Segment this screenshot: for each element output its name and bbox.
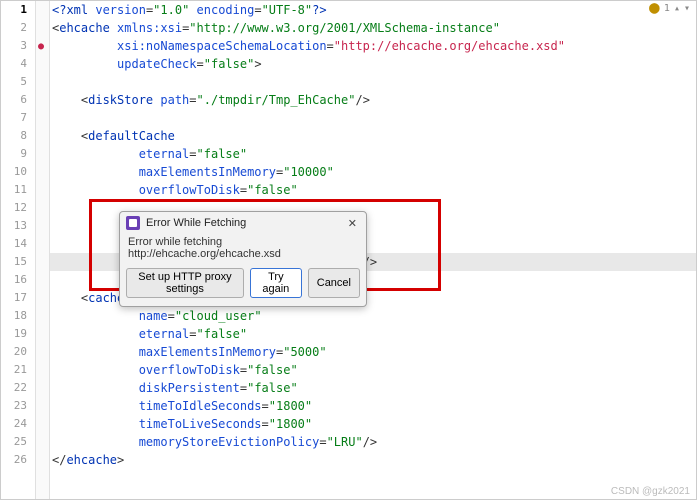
watermark: CSDN @gzk2021 (611, 486, 690, 497)
line-number: 22 (1, 379, 35, 397)
line-number: 19 (1, 325, 35, 343)
code-line[interactable]: </ehcache> (50, 451, 696, 469)
code-line[interactable]: <?xml version="1.0" encoding="UTF-8"?> (50, 1, 696, 19)
code-line[interactable]: eternal="false" (50, 325, 696, 343)
cancel-button[interactable]: Cancel (308, 268, 360, 298)
code-line[interactable] (50, 109, 696, 127)
code-line[interactable]: name="cloud_user" (50, 307, 696, 325)
code-line[interactable]: <defaultCache (50, 127, 696, 145)
line-number: 7 (1, 109, 35, 127)
code-line[interactable]: <diskStore path="./tmpdir/Tmp_EhCache"/> (50, 91, 696, 109)
app-icon (126, 216, 140, 230)
code-line[interactable]: timeToLiveSeconds="1800" (50, 415, 696, 433)
line-number: 25 (1, 433, 35, 451)
close-icon[interactable]: ✕ (345, 217, 360, 230)
dialog-title: Error While Fetching (146, 217, 345, 229)
line-number: 16 (1, 271, 35, 289)
code-line[interactable]: <ehcache xmlns:xsi="http://www.w3.org/20… (50, 19, 696, 37)
error-marker-icon[interactable]: ● (38, 41, 48, 51)
error-dialog: Error While Fetching ✕ Error while fetch… (119, 211, 367, 307)
line-number-gutter: 1234567891011121314151617181920212223242… (1, 1, 36, 499)
try-again-button[interactable]: Try again (250, 268, 302, 298)
line-number: 8 (1, 127, 35, 145)
line-number: 23 (1, 397, 35, 415)
warning-count: 1 (664, 3, 670, 14)
line-number: 17 (1, 289, 35, 307)
proxy-settings-button[interactable]: Set up HTTP proxy settings (126, 268, 244, 298)
code-line[interactable]: maxElementsInMemory="5000" (50, 343, 696, 361)
line-number: 13 (1, 217, 35, 235)
line-number: 18 (1, 307, 35, 325)
code-line[interactable] (50, 73, 696, 91)
line-number: 5 (1, 73, 35, 91)
code-line[interactable]: overflowToDisk="false" (50, 361, 696, 379)
next-icon[interactable]: ▾ (684, 3, 690, 14)
code-line[interactable]: maxElementsInMemory="10000" (50, 163, 696, 181)
line-number: 4 (1, 55, 35, 73)
dialog-message: Error while fetching http://ehcache.org/… (120, 234, 366, 264)
line-number: 10 (1, 163, 35, 181)
code-line[interactable]: timeToIdleSeconds="1800" (50, 397, 696, 415)
code-line[interactable]: memoryStoreEvictionPolicy="LRU"/> (50, 433, 696, 451)
code-line[interactable]: diskPersistent="false" (50, 379, 696, 397)
code-line[interactable]: overflowToDisk="false" (50, 181, 696, 199)
line-number: 15 (1, 253, 35, 271)
line-number: 21 (1, 361, 35, 379)
line-number: 12 (1, 199, 35, 217)
code-line[interactable]: xsi:noNamespaceSchemaLocation="http://eh… (50, 37, 696, 55)
code-line[interactable]: eternal="false" (50, 145, 696, 163)
line-number: 14 (1, 235, 35, 253)
line-number: 2 (1, 19, 35, 37)
code-line[interactable]: updateCheck="false"> (50, 55, 696, 73)
line-number: 11 (1, 181, 35, 199)
line-number: 20 (1, 343, 35, 361)
line-number: 26 (1, 451, 35, 469)
line-number: 24 (1, 415, 35, 433)
line-number: 9 (1, 145, 35, 163)
line-number: 1 (1, 1, 35, 19)
inspection-widget[interactable]: ⬤ 1 ▴ ▾ (649, 3, 690, 14)
line-number: 6 (1, 91, 35, 109)
error-marker-gutter: ● (36, 1, 50, 499)
line-number: 3 (1, 37, 35, 55)
warning-icon: ⬤ (649, 3, 660, 14)
prev-icon[interactable]: ▴ (674, 3, 680, 14)
